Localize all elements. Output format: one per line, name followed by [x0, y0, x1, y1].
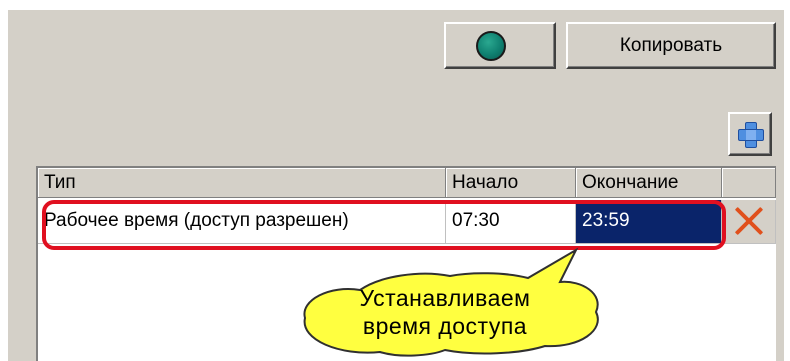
column-header-end[interactable]: Окончание [576, 168, 722, 198]
window-right-edge [784, 0, 790, 361]
callout-text: Устанавливаем время доступа [310, 284, 580, 340]
copy-button[interactable]: Копировать [566, 22, 776, 69]
callout-line-1: Устанавливаем [359, 285, 531, 311]
callout-line-2: время доступа [362, 313, 528, 339]
column-header-type[interactable]: Тип [38, 168, 446, 198]
status-led-icon [476, 30, 506, 61]
row-highlight-frame [42, 200, 726, 250]
column-header-start[interactable]: Начало [446, 168, 576, 198]
status-button[interactable] [444, 22, 556, 69]
window-top-edge [0, 0, 790, 10]
window-left-edge [0, 0, 8, 361]
column-header-actions [722, 168, 776, 198]
delete-x-icon [734, 206, 764, 236]
delete-row-button[interactable] [722, 200, 776, 244]
add-row-button[interactable] [728, 112, 772, 156]
copy-button-label: Копировать [619, 34, 723, 56]
